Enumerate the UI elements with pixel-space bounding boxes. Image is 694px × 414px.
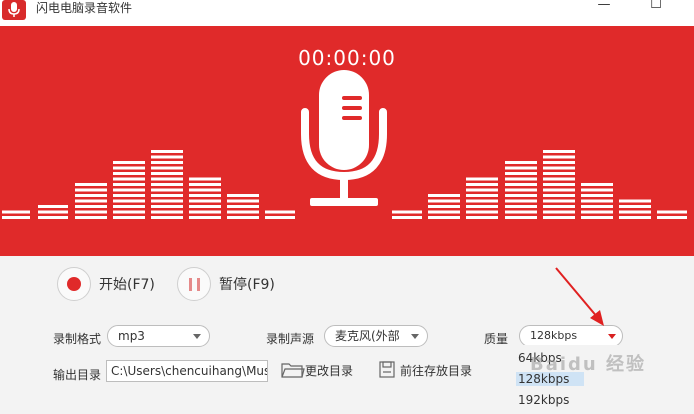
start-button[interactable]: 开始(F7) [57,266,155,302]
quality-label: 质量 [484,332,509,346]
quality-select[interactable]: 128kbps [519,325,623,347]
equalizer-visual [2,70,687,219]
recording-banner: 00:00:00 [0,26,694,256]
change-dir-label: 更改目录 [305,363,354,378]
quality-value: 128kbps [530,329,578,342]
quality-option-192[interactable]: 192kbps [518,393,569,407]
source-value: 麦克风(外部 [335,329,400,343]
pause-icon [177,267,211,301]
title-bar: 闪电电脑录音软件 — ☐ [0,0,694,26]
equalizer-bar [189,177,221,219]
equalizer-bar [75,183,107,219]
pause-button[interactable]: 暂停(F9) [177,266,275,302]
format-label: 录制格式 [53,332,102,346]
equalizer-bar [2,210,30,219]
window-title: 闪电电脑录音软件 [36,1,133,15]
source-select[interactable]: 麦克风(外部 [324,325,428,347]
microphone-icon [301,70,387,206]
folder-icon [281,363,305,378]
format-select[interactable]: mp3 [107,325,210,347]
equalizer-bar [265,210,295,219]
output-label: 输出目录 [53,368,102,382]
microphone-icon [8,2,20,17]
watermark: Baidu 经验 [530,354,647,375]
record-icon [57,267,91,301]
format-value: mp3 [118,329,145,343]
open-dir-label: 前往存放目录 [400,363,473,378]
chevron-down-icon [411,334,419,339]
equalizer-bar [543,150,575,219]
equalizer-bar [428,194,460,219]
start-label: 开始(F7) [99,277,155,293]
equalizer-bar [227,194,259,219]
app-logo [2,0,26,20]
save-icon [379,361,395,378]
equalizer-bar [505,161,537,219]
change-dir-button[interactable]: 更改目录 [281,359,353,381]
equalizer-bar [38,205,68,219]
equalizer-bar [466,177,498,219]
chevron-down-icon [608,334,616,339]
source-label: 录制声源 [266,332,315,346]
chevron-down-icon [193,334,201,339]
equalizer-bar [619,199,651,219]
equalizer-bar [113,161,145,219]
open-dir-button[interactable]: 前往存放目录 [378,359,472,381]
equalizer-bar [581,183,613,219]
output-path-field[interactable]: C:\Users\chencuihang\Music [106,360,268,382]
equalizer-bar [151,150,183,219]
maximize-button[interactable]: ☐ [646,0,666,16]
equalizer-bar [657,210,687,219]
equalizer-bar [392,210,422,219]
pause-label: 暂停(F9) [219,277,275,293]
minimize-button[interactable]: — [594,0,614,16]
